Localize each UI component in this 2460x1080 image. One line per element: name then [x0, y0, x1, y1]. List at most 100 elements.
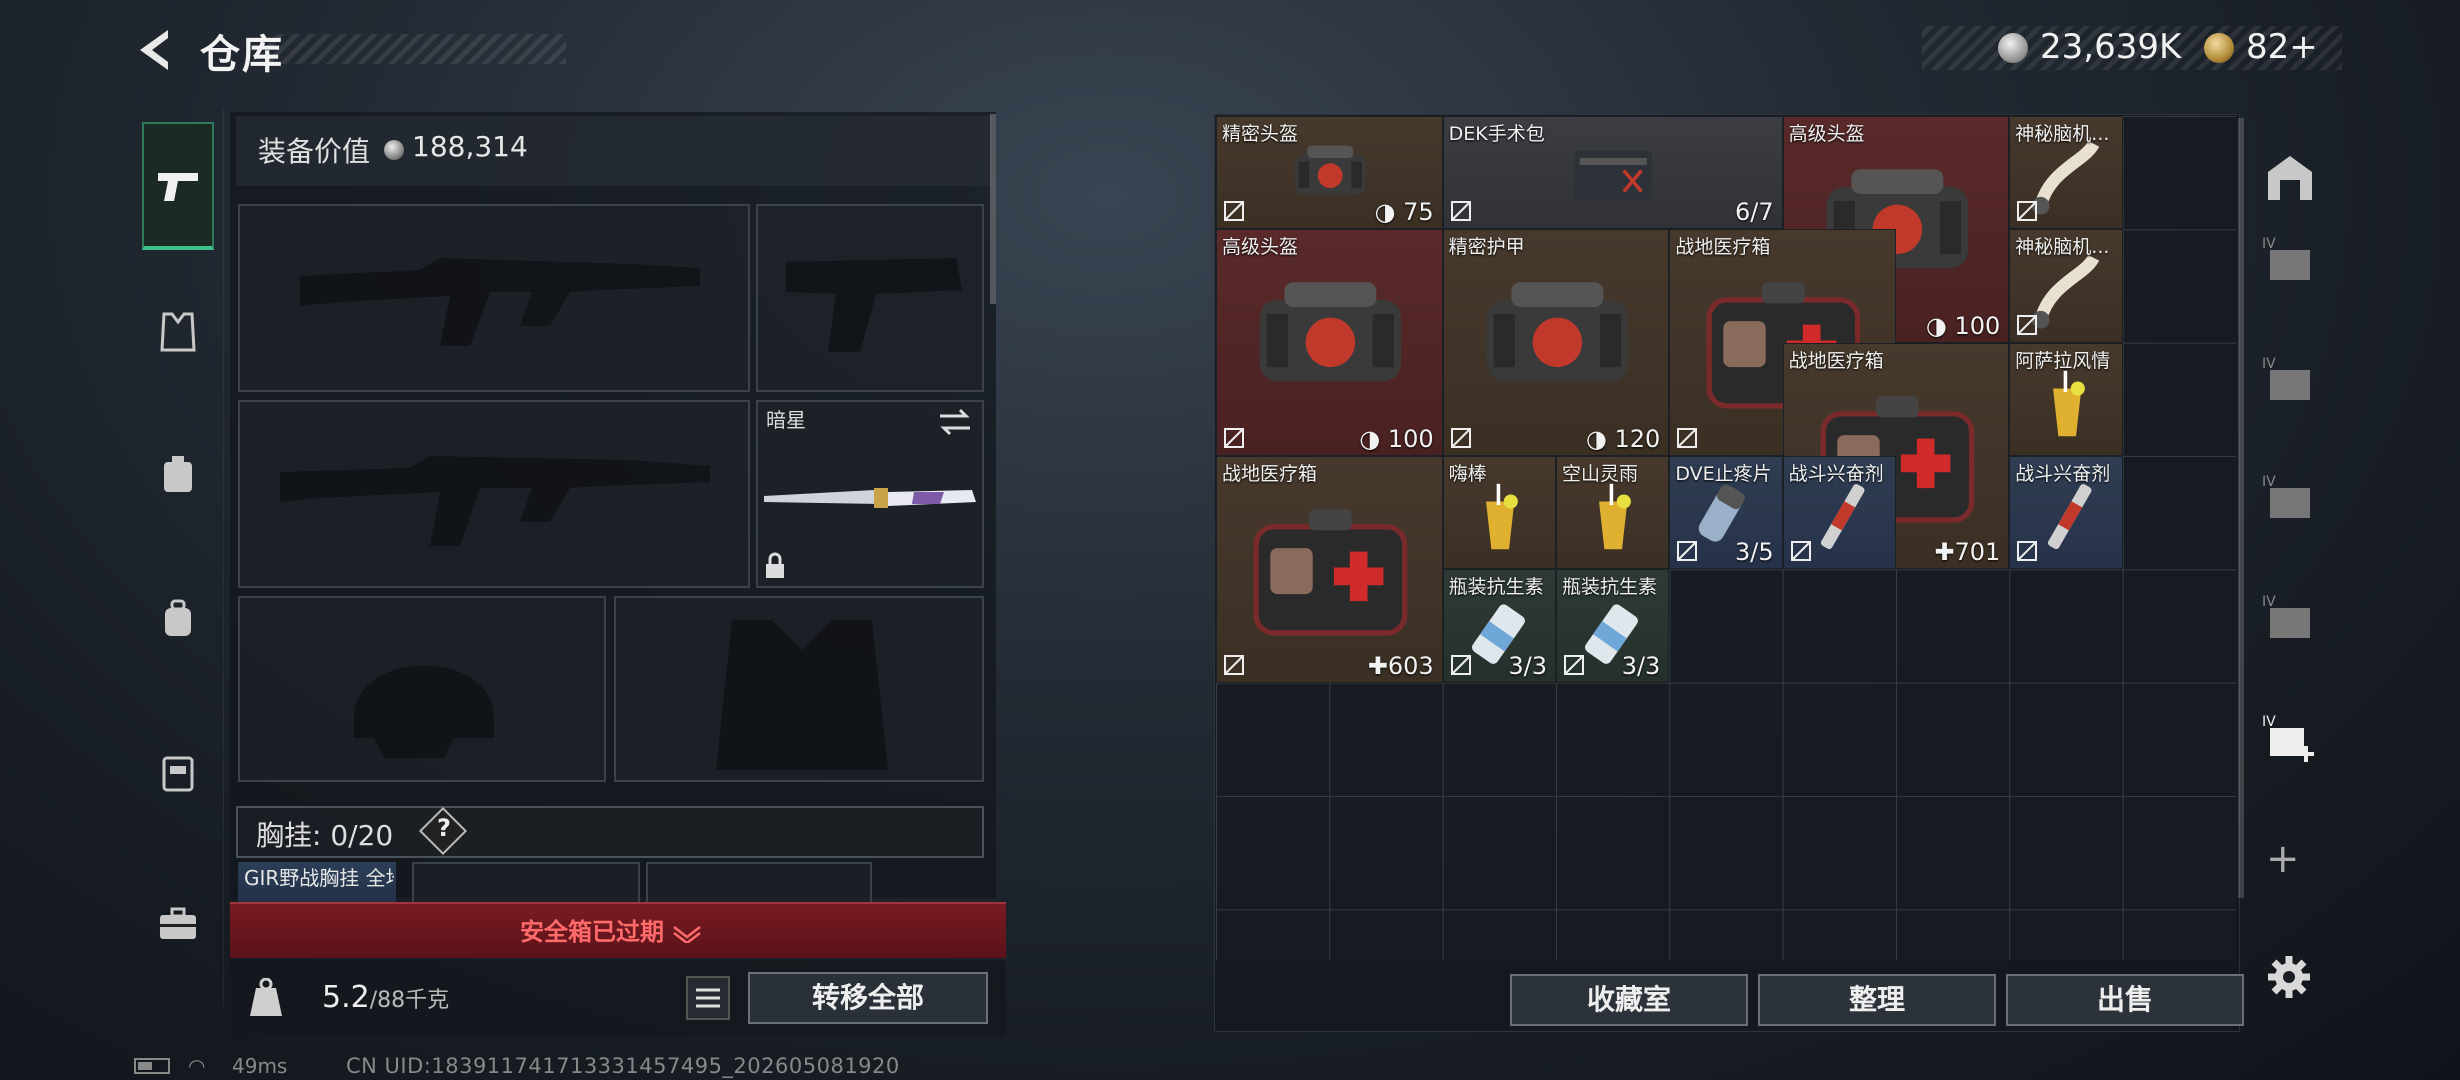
stash-item-name: 嗨棒	[1448, 462, 1487, 485]
stash-item[interactable]: 空山灵雨	[1555, 455, 1670, 570]
stash-item-name: 战地医疗箱	[1675, 236, 1771, 259]
loadout-scrollbar[interactable]	[990, 114, 996, 304]
no-trade-icon	[1224, 201, 1244, 222]
no-trade-icon	[1677, 427, 1698, 448]
list-view-button[interactable]	[686, 976, 730, 1020]
stash-item-value: 6/7	[1735, 198, 1774, 227]
gear-icon[interactable]	[2264, 952, 2314, 1002]
equipment-value-label: 装备价值	[258, 135, 371, 168]
safe-box-icon	[162, 756, 194, 792]
no-trade-icon	[1224, 654, 1244, 675]
chest-rig-icon	[164, 456, 192, 492]
stash-item[interactable]: 战地医疗箱 ✚603	[1216, 455, 1443, 683]
gold-amount[interactable]: 82+	[2246, 27, 2318, 67]
stash-item[interactable]: 神秘脑机...	[2009, 229, 2123, 343]
nav-armor[interactable]	[142, 296, 214, 368]
nav-weapons[interactable]	[142, 122, 214, 250]
rig-pouch-slot[interactable]	[646, 862, 872, 906]
stash-item[interactable]: 精密头盔 ◑ 75	[1216, 116, 1443, 230]
stash-page-iv-icon[interactable]: IV	[2262, 590, 2318, 646]
no-trade-icon	[1790, 541, 1811, 562]
stash-item[interactable]: 神秘脑机...	[2009, 116, 2123, 230]
list-icon	[696, 988, 720, 1008]
collection-button[interactable]: 收藏室	[1510, 974, 1748, 1026]
bag-item-icon	[1294, 146, 1366, 196]
pistol-icon	[158, 173, 198, 201]
stash-item-value: ✚701	[1934, 538, 2001, 567]
ping-readout: 49ms	[232, 1054, 288, 1078]
user-uid: CN UID:183911741713331457495_20260508192…	[346, 1054, 900, 1078]
secondary-weapon-slot[interactable]	[238, 400, 750, 588]
vest-icon	[160, 312, 196, 352]
stash-item-name: 战斗兴奋剂	[1788, 462, 1884, 485]
add-stash-page-button[interactable]: +	[2266, 836, 2300, 882]
organize-button[interactable]: 整理	[1758, 974, 1996, 1026]
swap-icon[interactable]	[938, 408, 972, 436]
armor-slot[interactable]	[614, 596, 984, 782]
stash-item-name: DVE止疼片	[1675, 462, 1772, 485]
stash-page-iv-icon[interactable]: IV	[2262, 470, 2318, 526]
primary-weapon-slot[interactable]	[238, 204, 750, 392]
rifle-silhouette-icon	[280, 456, 710, 546]
chest-rig-label: 胸挂: 0/20	[256, 819, 394, 852]
bag-item-icon	[1486, 282, 1628, 382]
transfer-all-button[interactable]: 转移全部	[748, 972, 988, 1024]
back-arrow-icon[interactable]	[132, 26, 176, 74]
nav-toolbox[interactable]	[142, 888, 214, 960]
stash-item[interactable]: 嗨棒	[1442, 455, 1556, 570]
no-trade-icon	[2017, 314, 2038, 335]
stash-item-name: 高级头盔	[1222, 236, 1299, 259]
nav-safe-box[interactable]	[142, 736, 214, 808]
stash-page-medical-icon[interactable]: IV	[2262, 710, 2318, 766]
stash-item[interactable]: 战斗兴奋剂	[1782, 455, 1896, 570]
stash-item[interactable]: DEK手术包 6/7	[1442, 116, 1783, 230]
nav-backpack[interactable]	[142, 582, 214, 654]
nav-rig[interactable]	[142, 438, 214, 510]
stash-item-value: ◑ 75	[1374, 198, 1434, 227]
stash-item[interactable]: 阿萨拉风情	[2009, 342, 2123, 456]
stash-item-value: ✚603	[1367, 651, 1434, 680]
weight-icon	[250, 978, 282, 1016]
stash-item[interactable]: DVE止疼片 3/5	[1669, 455, 1783, 570]
pistol-slot[interactable]	[756, 204, 984, 392]
stash-scrollbar[interactable]	[2238, 118, 2244, 898]
loadout-category-nav	[134, 108, 224, 1006]
stash-item[interactable]: 战斗兴奋剂	[2009, 455, 2123, 570]
stash-item-name: 瓶装抗生素	[1448, 576, 1544, 599]
chest-rig-item-name: GIR野战胸挂 全地形	[244, 866, 394, 890]
stash-item-value: ◑ 100	[1925, 311, 2001, 340]
stash-home-icon[interactable]	[2262, 150, 2318, 206]
safe-box-expired-text: 安全箱已过期	[520, 912, 702, 947]
weight-readout: 5.2/88千克	[322, 980, 450, 1015]
stash-item-name: 精密头盔	[1222, 123, 1299, 145]
stash-page-iv-icon[interactable]: IV	[2262, 232, 2318, 288]
silver-coin-icon	[1998, 33, 2028, 63]
stash-item[interactable]: 精密护甲 ◑ 120	[1442, 229, 1670, 456]
stash-item-value: ◑ 120	[1585, 424, 1661, 453]
chevron-down-icon	[673, 926, 702, 945]
stash-item-name: 高级头盔	[1788, 123, 1865, 145]
stash-item-name: 战地医疗箱	[1788, 349, 1884, 372]
vest-silhouette-icon	[716, 620, 888, 770]
help-question-mark: ?	[437, 814, 451, 842]
no-trade-icon	[1224, 427, 1244, 448]
battery-level	[138, 1062, 152, 1070]
drink-item-icon	[1486, 484, 1518, 550]
stash-item-name: 瓶装抗生素	[1561, 576, 1657, 599]
no-trade-icon	[1450, 654, 1471, 675]
helmet-slot[interactable]	[238, 596, 606, 782]
stash-item-name: 神秘脑机...	[2015, 123, 2110, 145]
stash-page-iv-icon[interactable]: IV	[2262, 352, 2318, 408]
stash-item[interactable]: 瓶装抗生素 3/3	[1555, 569, 1670, 683]
coin-icon	[384, 140, 404, 160]
knife-name: 暗星	[766, 408, 806, 432]
stash-item[interactable]: 瓶装抗生素 3/3	[1442, 569, 1556, 683]
knife-icon	[764, 488, 976, 508]
rig-pouch-slot[interactable]	[412, 862, 640, 906]
stash-item[interactable]: 高级头盔 ◑ 100	[1216, 229, 1443, 456]
melee-slot[interactable]: 暗星	[756, 400, 984, 588]
no-trade-icon	[1450, 427, 1471, 448]
sell-button[interactable]: 出售	[2006, 974, 2244, 1026]
drink-item-icon	[1599, 484, 1632, 550]
stash-item-name: 战斗兴奋剂	[2015, 462, 2111, 485]
